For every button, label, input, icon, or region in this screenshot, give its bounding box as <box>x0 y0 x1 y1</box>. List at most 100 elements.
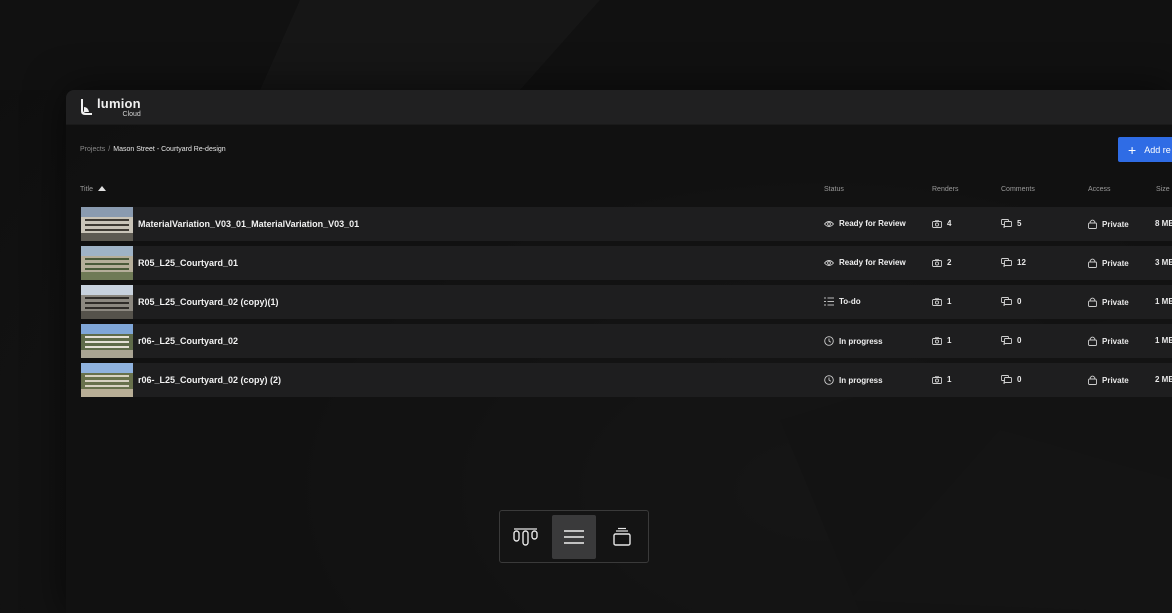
camera-icon <box>932 297 942 306</box>
table-row[interactable]: MaterialVariation_V03_01_MaterialVariati… <box>81 207 1172 241</box>
size-cell: 3 MB <box>1155 258 1172 267</box>
comments-icon <box>1001 375 1012 384</box>
renders-cell: 1 <box>932 297 951 306</box>
size-cell: 2 MB <box>1155 375 1172 384</box>
status-cell[interactable]: In progress <box>824 375 883 385</box>
view-switcher <box>499 510 649 563</box>
access-cell[interactable]: Private <box>1088 297 1129 307</box>
render-list: MaterialVariation_V03_01_MaterialVariati… <box>81 207 1172 402</box>
comments-count: 5 <box>1017 219 1022 228</box>
comments-count: 12 <box>1017 258 1026 267</box>
camera-icon <box>932 258 942 267</box>
comments-count: 0 <box>1017 336 1022 345</box>
clock-icon <box>824 375 834 385</box>
size-cell: 1 MB <box>1155 297 1172 306</box>
logo-name: lumion <box>97 95 141 111</box>
lock-icon <box>1088 219 1097 229</box>
size-cell: 8 MB <box>1155 219 1172 228</box>
breadcrumb-current: Mason Street - Courtyard Re-design <box>113 146 226 153</box>
access-cell[interactable]: Private <box>1088 375 1129 385</box>
status-cell[interactable]: Ready for Review <box>824 258 906 267</box>
lock-icon <box>1088 336 1097 346</box>
access-cell[interactable]: Private <box>1088 219 1129 229</box>
status-label: To-do <box>839 297 861 306</box>
renders-count: 2 <box>947 258 952 267</box>
title-header-label: Title <box>80 186 93 193</box>
stack-view-button[interactable] <box>600 515 644 559</box>
access-cell[interactable]: Private <box>1088 258 1129 268</box>
column-title-header[interactable]: Title <box>80 186 106 193</box>
lumion-logo[interactable]: lumion Cloud <box>80 97 141 118</box>
list-view-button[interactable] <box>552 515 596 559</box>
list-icon <box>564 530 584 544</box>
access-cell[interactable]: Private <box>1088 336 1129 346</box>
render-thumbnail[interactable] <box>81 246 133 280</box>
access-label: Private <box>1102 375 1129 385</box>
renders-cell: 4 <box>932 219 951 228</box>
render-thumbnail[interactable] <box>81 324 133 358</box>
comments-count: 0 <box>1017 297 1022 306</box>
access-label: Private <box>1102 258 1129 268</box>
table-row[interactable]: R05_L25_Courtyard_02 (copy)(1) To-do 1 0… <box>81 285 1172 319</box>
render-thumbnail[interactable] <box>81 207 133 241</box>
column-access-header[interactable]: Access <box>1088 186 1111 193</box>
status-cell[interactable]: In progress <box>824 336 883 346</box>
table-row[interactable]: r06-_L25_Courtyard_02 (copy) (2) In prog… <box>81 363 1172 397</box>
access-label: Private <box>1102 219 1129 229</box>
comments-icon <box>1001 258 1012 267</box>
comments-cell[interactable]: 0 <box>1001 336 1021 345</box>
camera-icon <box>932 375 942 384</box>
status-cell[interactable]: To-do <box>824 297 861 306</box>
renders-cell: 1 <box>932 336 951 345</box>
render-thumbnail[interactable] <box>81 363 133 397</box>
comments-cell[interactable]: 0 <box>1001 375 1021 384</box>
board-view-button[interactable] <box>504 515 548 559</box>
breadcrumb: Projects / Mason Street - Courtyard Re-d… <box>80 146 226 153</box>
column-comments-header[interactable]: Comments <box>1001 186 1035 193</box>
column-renders-header[interactable]: Renders <box>932 186 958 193</box>
status-label: Ready for Review <box>839 219 906 228</box>
access-label: Private <box>1102 336 1129 346</box>
render-title[interactable]: R05_L25_Courtyard_01 <box>138 258 238 268</box>
status-label: In progress <box>839 336 883 346</box>
stack-icon <box>613 527 631 546</box>
breadcrumb-projects[interactable]: Projects <box>80 146 105 153</box>
render-title[interactable]: r06-_L25_Courtyard_02 <box>138 336 238 346</box>
breadcrumb-separator: / <box>108 146 111 153</box>
comments-cell[interactable]: 0 <box>1001 297 1021 306</box>
add-render-button[interactable]: + Add re <box>1118 137 1172 162</box>
comments-icon <box>1001 219 1012 228</box>
lock-icon <box>1088 297 1097 307</box>
camera-icon <box>932 219 942 228</box>
column-status-header[interactable]: Status <box>824 186 844 193</box>
add-button-label: Add re <box>1144 144 1171 155</box>
renders-count: 4 <box>947 219 952 228</box>
eye-icon <box>824 220 834 228</box>
comments-cell[interactable]: 12 <box>1001 258 1026 267</box>
comments-cell[interactable]: 5 <box>1001 219 1021 228</box>
status-cell[interactable]: Ready for Review <box>824 219 906 228</box>
comments-count: 0 <box>1017 375 1022 384</box>
renders-count: 1 <box>947 297 952 306</box>
table-row[interactable]: r06-_L25_Courtyard_02 In progress 1 0 Pr… <box>81 324 1172 358</box>
logo-subtitle: Cloud <box>122 110 141 118</box>
checklist-icon <box>824 297 834 306</box>
top-bar: lumion Cloud <box>66 90 1172 125</box>
lock-icon <box>1088 375 1097 385</box>
plus-icon: + <box>1128 141 1137 158</box>
render-thumbnail[interactable] <box>81 285 133 319</box>
renders-cell: 1 <box>932 375 951 384</box>
board-icon <box>513 528 538 546</box>
status-label: Ready for Review <box>839 258 906 267</box>
access-label: Private <box>1102 297 1129 307</box>
render-title[interactable]: R05_L25_Courtyard_02 (copy)(1) <box>138 297 279 307</box>
comments-icon <box>1001 297 1012 306</box>
renders-count: 1 <box>947 375 952 384</box>
lumion-logo-icon <box>81 99 92 115</box>
render-title[interactable]: r06-_L25_Courtyard_02 (copy) (2) <box>138 375 281 385</box>
column-size-header[interactable]: Size <box>1156 186 1170 193</box>
renders-count: 1 <box>947 336 952 345</box>
table-row[interactable]: R05_L25_Courtyard_01 Ready for Review 2 … <box>81 246 1172 280</box>
sort-ascending-icon[interactable] <box>97 186 106 192</box>
render-title[interactable]: MaterialVariation_V03_01_MaterialVariati… <box>138 219 359 229</box>
